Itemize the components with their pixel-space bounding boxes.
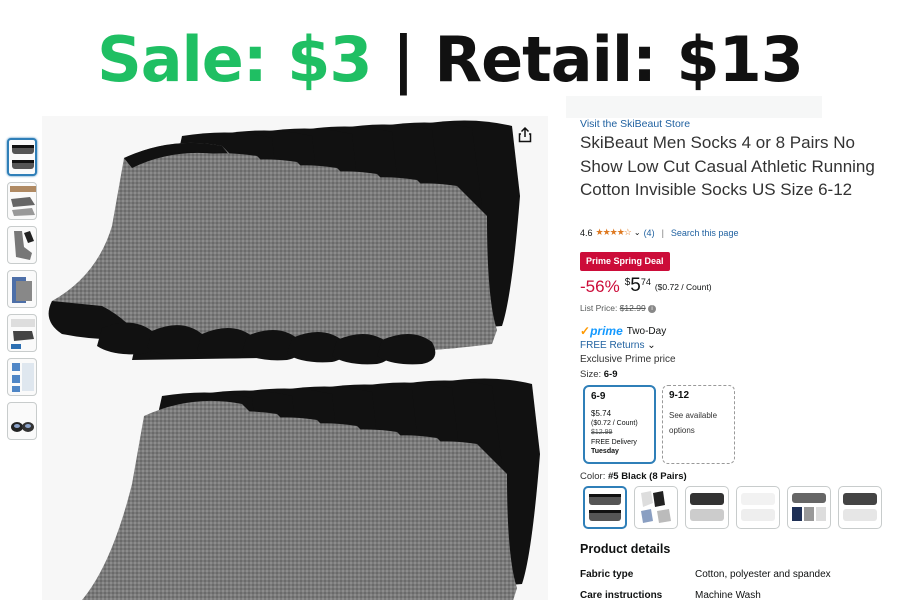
retail-price-text: Retail: $13 [434, 23, 804, 96]
chevron-down-icon[interactable]: ⌄ [634, 228, 641, 237]
list-price-row: List Price: $12.99 i [580, 303, 657, 313]
product-title: SkiBeaut Men Socks 4 or 8 Pairs No Show … [580, 133, 875, 199]
top-strip [566, 96, 822, 118]
color-label-text: Color: [580, 471, 606, 482]
thumbnail-5[interactable] [7, 314, 37, 352]
socks-worn-icon [14, 231, 34, 260]
search-page-link[interactable]: Search this page [671, 228, 739, 238]
star-rating-icon[interactable]: ★★★★☆ [596, 227, 632, 238]
socks-white-icon [741, 493, 775, 521]
size-label: Size: 6-9 [580, 369, 618, 380]
list-price-label: List Price: [580, 303, 618, 313]
socks-care-icon [12, 363, 34, 392]
rating-value: 4.6 [580, 227, 593, 238]
socks-gray-white-icon [843, 493, 877, 521]
color-swatch-black-gray[interactable] [685, 486, 729, 529]
size-option-label: 6-9 [591, 391, 606, 402]
price-row: -56% $ 5 74 ($0.72 / Count) [580, 275, 712, 297]
color-swatch-white[interactable] [736, 486, 780, 529]
unit-price: ($0.72 / Count) [654, 282, 712, 292]
thumbnail-7[interactable] [7, 402, 37, 440]
size-option-price: $5.74 [591, 409, 612, 418]
free-returns-label: FREE Returns [580, 340, 645, 351]
divider: | [661, 227, 664, 238]
socks-features-icon [11, 319, 35, 349]
size-option-6-9[interactable]: 6-9 $5.74 ($0.72 / Count) $12.99 FREE De… [583, 385, 656, 464]
socks-pack-icon [12, 145, 34, 169]
product-details-heading: Product details [580, 542, 671, 556]
prime-logo: prime [590, 324, 623, 338]
detail-row-care: Care instructions Machine Wash [580, 590, 761, 600]
thumbnail-4[interactable] [7, 270, 37, 308]
color-swatch-gray-white[interactable] [838, 486, 882, 529]
prime-check-icon: ✓ [580, 324, 591, 338]
size-option-unit: ($0.72 / Count) [591, 419, 638, 427]
free-returns-link[interactable]: FREE Returns ⌄ [580, 340, 656, 351]
color-swatch-black-8[interactable] [583, 486, 627, 529]
socks-navy-mixed-icon [792, 493, 826, 521]
color-label: Color: #5 Black (8 Pairs) [580, 471, 687, 482]
detail-value: Cotton, polyester and spandex [695, 569, 831, 580]
size-option-day: Tuesday [591, 448, 619, 455]
banner-separator: | [392, 23, 415, 96]
rating-row: 4.6 ★★★★☆ ⌄ (4) | Search this page [580, 227, 738, 238]
socks-product-photo [48, 120, 540, 600]
rating-count-link[interactable]: (4) [644, 228, 655, 238]
socks-worn-icon [10, 186, 36, 216]
list-price-value: $12.99 [619, 303, 646, 313]
color-selected-value: #5 Black (8 Pairs) [607, 471, 687, 482]
prime-row: ✓ prime Two-Day [580, 324, 666, 338]
color-swatch-navy-mixed[interactable] [787, 486, 831, 529]
size-option-availability: See available [669, 411, 718, 420]
size-label-text: Size: [580, 369, 602, 380]
exclusive-price-text: Exclusive Prime price [580, 354, 676, 365]
sale-banner: Sale: $3 | Retail: $13 [0, 18, 900, 102]
size-option-list-price: $12.99 [591, 429, 613, 436]
size-option-9-12[interactable]: 9-12 See available options [662, 385, 735, 464]
socks-black-icon [589, 494, 621, 521]
thumbnail-6[interactable] [7, 358, 37, 396]
detail-key: Fabric type [580, 569, 634, 580]
socks-mixed-icon [641, 491, 671, 523]
socks-black-gray-icon [690, 493, 724, 521]
price-cents: 74 [640, 277, 651, 287]
price-whole: 5 [630, 275, 641, 296]
detail-value: Machine Wash [695, 590, 761, 600]
socks-size-icon [12, 277, 32, 303]
size-option-availability-2: options [669, 426, 695, 435]
main-product-image[interactable] [42, 116, 548, 600]
sale-price-text: Sale: $3 [97, 23, 372, 96]
color-swatches [583, 486, 882, 529]
discount-percent: -56% [580, 277, 620, 296]
store-link[interactable]: Visit the SkiBeaut Store [580, 118, 690, 130]
thumbnail-3[interactable] [7, 226, 37, 264]
color-swatch-mixed[interactable] [634, 486, 678, 529]
prime-delivery: Two-Day [626, 325, 667, 337]
socks-rolled-icon [11, 422, 34, 432]
size-option-delivery: FREE Delivery [591, 438, 637, 446]
thumbnail-strip [7, 138, 39, 446]
detail-key: Care instructions [580, 590, 663, 600]
size-option-label: 9-12 [669, 390, 690, 401]
size-selected-value: 6-9 [603, 369, 618, 380]
detail-row-fabric: Fabric type Cotton, polyester and spande… [580, 569, 831, 580]
deal-badge: Prime Spring Deal [580, 252, 670, 271]
chevron-down-icon: ⌄ [647, 340, 656, 351]
info-icon[interactable]: i [648, 304, 657, 313]
thumbnail-2[interactable] [7, 182, 37, 220]
thumbnail-1[interactable] [7, 138, 37, 176]
share-icon[interactable] [516, 126, 534, 144]
